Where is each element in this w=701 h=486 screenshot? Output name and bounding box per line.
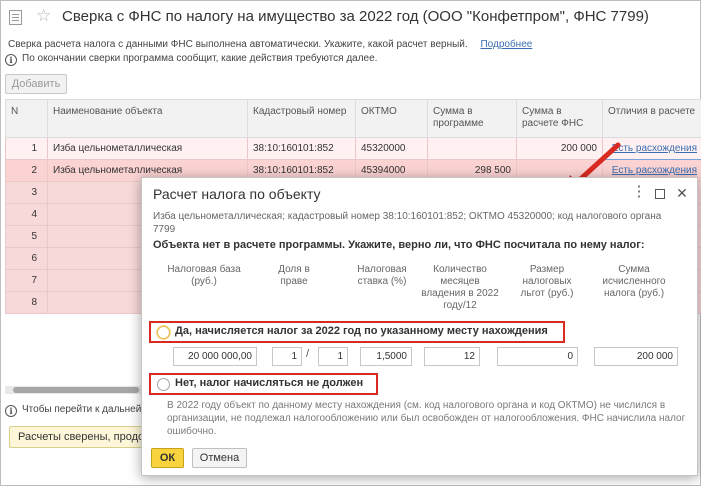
title-bar: ☆ Сверка с ФНС по налогу на имущество за…	[1, 1, 701, 35]
cell-oktmo: 45320000	[355, 137, 428, 160]
col-header-tax-base: Налоговая база (руб.)	[167, 264, 241, 287]
col-header-months: Количество месяцев владения в 2022 году/…	[421, 264, 499, 311]
footer-hint-text: Чтобы перейти к дальней	[22, 404, 142, 415]
footer-hint: i Чтобы перейти к дальней	[5, 404, 141, 417]
info-icon: i	[5, 54, 17, 66]
favorite-star-icon[interactable]: ☆	[36, 6, 51, 26]
tax-calculation-dialog: Расчет налога по объекту ⋮ ✕ Изба цельно…	[141, 177, 698, 476]
info-line-1: Сверка расчета налога с данными ФНС выпо…	[8, 39, 532, 50]
share-separator: /	[306, 348, 310, 360]
col-header-oktmo[interactable]: ОКТМО	[355, 99, 428, 138]
col-header-n[interactable]: N	[5, 99, 48, 138]
maximize-icon[interactable]	[652, 185, 668, 201]
cell-cadastral: 38:10:160101:852	[247, 137, 356, 160]
horizontal-scrollbar[interactable]	[5, 386, 145, 394]
ok-button[interactable]: ОК	[151, 448, 184, 468]
cell-n: 1	[5, 137, 48, 160]
option-yes-label[interactable]: Да, начисляется налог за 2022 год по ука…	[175, 325, 548, 337]
cell-n: 7	[5, 269, 48, 292]
col-header-sum-program[interactable]: Сумма в программе	[427, 99, 517, 138]
cell-n: 2	[5, 159, 48, 182]
col-header-sum-fns[interactable]: Сумма в расчете ФНС	[516, 99, 603, 138]
cancel-button[interactable]: Отмена	[192, 448, 247, 468]
add-button[interactable]: Добавить	[5, 74, 67, 94]
cell-n: 6	[5, 247, 48, 270]
app-window: ☆ Сверка с ФНС по налогу на имущество за…	[0, 0, 701, 486]
dialog-title: Расчет налога по объекту	[153, 186, 321, 202]
reconciled-continue-button[interactable]: Расчеты сверены, продолж	[9, 426, 143, 448]
cell-n: 3	[5, 181, 48, 204]
cell-sum-program	[427, 137, 517, 160]
col-header-name[interactable]: Наименование объекта	[47, 99, 248, 138]
document-icon	[9, 10, 22, 25]
cell-n: 4	[5, 203, 48, 226]
tax-rate-input[interactable]: 1,5000	[360, 347, 412, 366]
option-yes-frame[interactable]: Да, начисляется налог за 2022 год по ука…	[149, 321, 565, 343]
col-header-rate: Налоговая ставка (%)	[357, 264, 407, 287]
months-input[interactable]: 12	[424, 347, 480, 366]
more-icon[interactable]: ⋮	[631, 184, 647, 201]
tax-amount-input[interactable]: 200 000	[594, 347, 678, 366]
info-text-2: По окончании сверки программа сообщит, к…	[22, 53, 378, 64]
radio-yes[interactable]	[157, 326, 170, 339]
col-header-differences[interactable]: Отличия в расчете	[602, 99, 701, 138]
option-no-note: В 2022 году объект по данному месту нахо…	[167, 400, 686, 437]
col-header-tax-amount: Сумма исчисленного налога (руб.)	[602, 264, 666, 299]
info-text: Сверка расчета налога с данными ФНС выпо…	[8, 39, 468, 50]
tax-base-input[interactable]: 20 000 000,00	[173, 347, 257, 366]
share-denominator-input[interactable]: 1	[318, 347, 348, 366]
option-no-frame[interactable]: Нет, налог начисляться не должен	[149, 373, 378, 395]
table-header: N Наименование объекта Кадастровый номер…	[5, 99, 701, 138]
info-icon: i	[5, 405, 17, 417]
cell-n: 8	[5, 291, 48, 314]
radio-no[interactable]	[157, 378, 170, 391]
info-line-2: i По окончании сверки программа сообщит, …	[5, 53, 377, 66]
question-text: Объекта нет в расчете программы. Укажите…	[153, 239, 645, 251]
window-title: Сверка с ФНС по налогу на имущество за 2…	[62, 8, 649, 25]
option-no-label[interactable]: Нет, налог начисляться не должен	[175, 377, 363, 389]
cell-name: Изба цельнометаллическая	[47, 137, 248, 160]
object-description: Изба цельнометаллическая; кадастровый но…	[153, 211, 662, 235]
cell-n: 5	[5, 225, 48, 248]
benefit-input[interactable]: 0	[497, 347, 578, 366]
details-link[interactable]: Подробнее	[480, 39, 532, 50]
col-header-cadastral[interactable]: Кадастровый номер	[247, 99, 356, 138]
col-header-share: Доля в праве	[278, 264, 310, 287]
close-icon[interactable]: ✕	[674, 185, 690, 201]
col-header-benefit: Размер налоговых льгот (руб.)	[520, 264, 574, 299]
share-numerator-input[interactable]: 1	[272, 347, 302, 366]
